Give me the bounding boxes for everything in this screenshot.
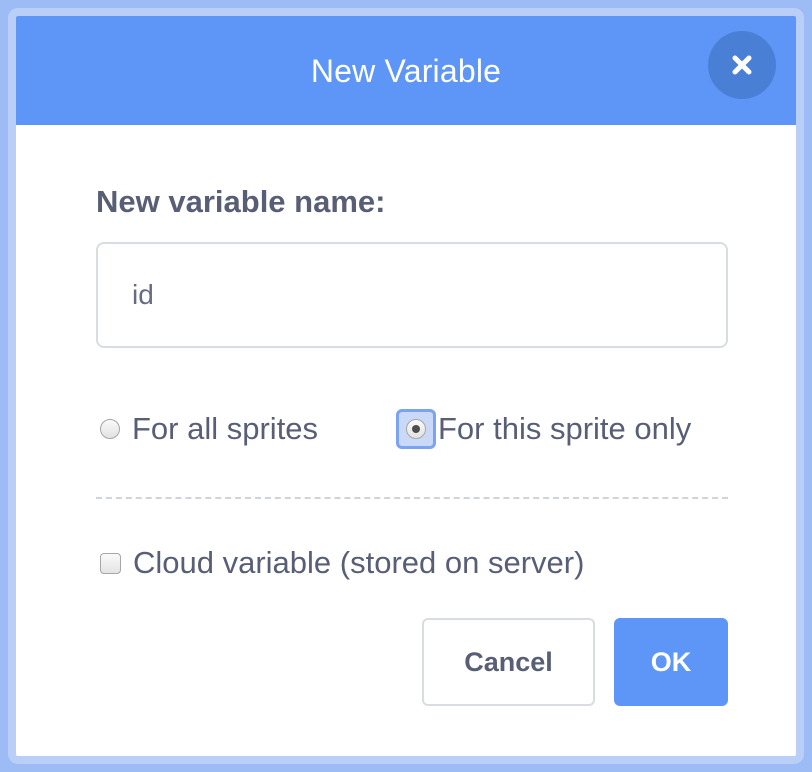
new-variable-dialog: New Variable New variable name: For all … bbox=[8, 8, 804, 764]
radio-all-sprites-label: For all sprites bbox=[132, 411, 319, 446]
ok-button[interactable]: OK bbox=[614, 618, 728, 706]
variable-name-label: New variable name: bbox=[96, 184, 386, 219]
radio-this-sprite-only[interactable] bbox=[406, 419, 426, 439]
radio-all-sprites[interactable] bbox=[100, 419, 120, 439]
cloud-variable-checkbox[interactable] bbox=[100, 552, 121, 574]
radio-this-sprite-label: For this sprite only bbox=[438, 411, 692, 446]
close-button[interactable] bbox=[708, 31, 776, 99]
radio-focus-ring bbox=[396, 409, 436, 449]
radio-option-all-sprites[interactable]: For all sprites bbox=[100, 404, 318, 454]
close-icon bbox=[732, 55, 752, 75]
dialog-header: New Variable bbox=[16, 16, 796, 125]
scope-radio-group: For all sprites For this sprite only bbox=[96, 404, 736, 454]
cancel-button[interactable]: Cancel bbox=[422, 618, 595, 706]
dialog-title: New Variable bbox=[310, 53, 502, 89]
cloud-variable-option[interactable]: Cloud variable (stored on server) bbox=[100, 538, 584, 588]
divider bbox=[96, 497, 728, 499]
variable-name-input[interactable] bbox=[96, 242, 728, 348]
cloud-variable-label: Cloud variable (stored on server) bbox=[133, 545, 585, 580]
radio-option-this-sprite[interactable]: For this sprite only bbox=[396, 404, 691, 454]
